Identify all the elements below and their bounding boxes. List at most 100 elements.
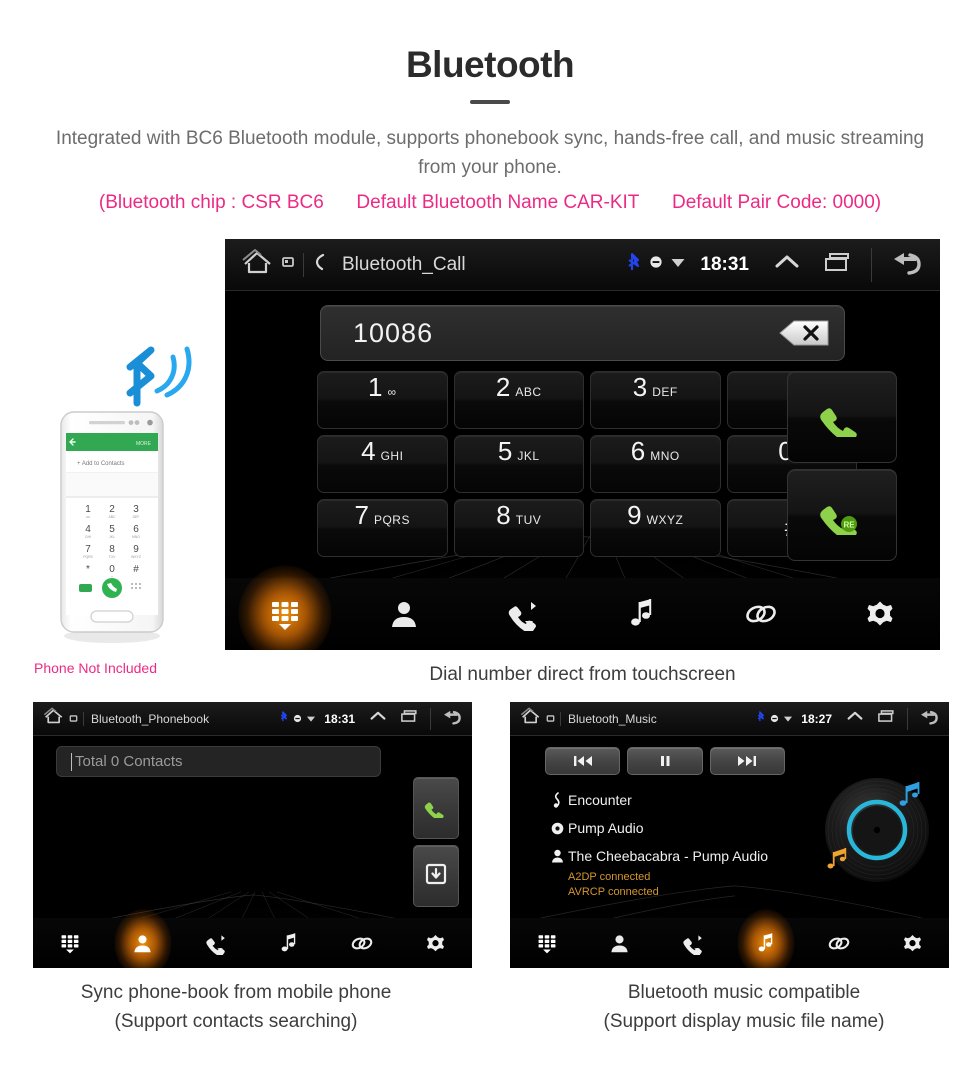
bluetooth-music-screen: Bluetooth_Music 18:27 Encounter Pump Aud… bbox=[510, 702, 949, 968]
screenshot-icon[interactable] bbox=[546, 710, 555, 728]
back-icon[interactable] bbox=[886, 247, 926, 282]
nav-link[interactable] bbox=[803, 918, 876, 968]
avrcp-status: AVRCP connected bbox=[568, 886, 659, 898]
chevron-up-icon[interactable] bbox=[369, 709, 387, 728]
nav-settings[interactable] bbox=[876, 918, 949, 968]
nav-call-log[interactable] bbox=[463, 578, 582, 650]
contacts-icon bbox=[134, 934, 151, 952]
search-caret bbox=[71, 752, 72, 771]
redial-button[interactable]: RE bbox=[787, 469, 897, 561]
status-divider-left bbox=[303, 252, 304, 277]
wifi-icon bbox=[783, 710, 793, 728]
mute-icon bbox=[770, 710, 779, 728]
phonebook-call-button[interactable] bbox=[413, 777, 459, 839]
key-7[interactable]: 7 PQRS bbox=[317, 499, 448, 557]
nav-contacts[interactable] bbox=[344, 578, 463, 650]
next-track-button[interactable] bbox=[709, 747, 785, 775]
nav-music[interactable] bbox=[583, 578, 702, 650]
pause-icon bbox=[660, 756, 670, 766]
music-icon bbox=[758, 932, 773, 951]
key-5[interactable]: 5 JKL bbox=[453, 435, 584, 493]
key-2-letters: ABC bbox=[515, 385, 542, 399]
contacts-search-input[interactable]: Total 0 Contacts bbox=[56, 746, 381, 777]
key-6-letters: MNO bbox=[650, 449, 680, 463]
key-4[interactable]: 4 GHI bbox=[317, 435, 448, 493]
screenshot-icon[interactable] bbox=[69, 710, 78, 728]
status-divider-right bbox=[871, 247, 872, 282]
key-7-letters: PQRS bbox=[373, 513, 410, 527]
nav-settings[interactable] bbox=[821, 578, 940, 650]
pb-status-divider bbox=[83, 711, 84, 726]
svg-text:5: 5 bbox=[109, 524, 115, 535]
key-1-letters: ∞ bbox=[387, 385, 397, 399]
nav-call-log[interactable] bbox=[656, 918, 729, 968]
pause-button[interactable] bbox=[627, 747, 703, 775]
chevron-up-icon[interactable] bbox=[846, 709, 864, 728]
home-icon[interactable] bbox=[43, 707, 65, 730]
recent-apps-icon[interactable] bbox=[823, 251, 853, 278]
previous-track-button[interactable] bbox=[545, 747, 621, 775]
screenshot-icon[interactable] bbox=[281, 255, 295, 274]
dialpad-keys: 1∞ 2ABC 3DEF * 4GHI 5JKL 6MNO 0+ 7PQRS 8… bbox=[317, 371, 857, 561]
call-button[interactable] bbox=[787, 371, 897, 463]
svg-text:MNO: MNO bbox=[132, 535, 140, 539]
phonebook-screen-title: Bluetooth_Phonebook bbox=[91, 711, 210, 726]
key-3[interactable]: 3 DEF bbox=[590, 371, 721, 429]
key-5-digit: 5 bbox=[497, 436, 513, 466]
nav-contacts[interactable] bbox=[583, 918, 656, 968]
call-screen-navbar bbox=[225, 578, 940, 650]
phonebook-navbar bbox=[33, 918, 472, 968]
nav-keypad[interactable] bbox=[225, 578, 344, 650]
album-name: Pump Audio bbox=[568, 820, 644, 836]
backspace-button[interactable] bbox=[778, 318, 830, 348]
bluetooth-icon bbox=[280, 710, 288, 728]
call-icon-status bbox=[312, 253, 328, 276]
nav-link[interactable] bbox=[326, 918, 399, 968]
home-icon[interactable] bbox=[520, 707, 542, 730]
svg-text:PQRS: PQRS bbox=[83, 555, 93, 559]
svg-text:*: * bbox=[86, 564, 90, 575]
key-1[interactable]: 1 ∞ bbox=[317, 371, 448, 429]
nav-call-log[interactable] bbox=[179, 918, 252, 968]
call-log-icon bbox=[683, 934, 702, 955]
call-log-icon bbox=[206, 934, 225, 955]
nav-keypad[interactable] bbox=[510, 918, 583, 968]
svg-text:3: 3 bbox=[133, 504, 139, 515]
wifi-icon bbox=[306, 710, 316, 728]
nav-contacts[interactable] bbox=[106, 918, 179, 968]
album-icon bbox=[546, 822, 568, 835]
redial-icon: RE bbox=[813, 491, 871, 542]
home-icon[interactable] bbox=[241, 248, 275, 281]
artist-row: The Cheebacabra - Pump Audio bbox=[546, 842, 826, 870]
mz-status-divider-2 bbox=[907, 707, 908, 730]
nav-keypad[interactable] bbox=[33, 918, 106, 968]
nav-link[interactable] bbox=[702, 578, 821, 650]
contacts-icon bbox=[611, 934, 628, 952]
recent-apps-icon[interactable] bbox=[877, 709, 896, 728]
back-icon[interactable] bbox=[439, 707, 464, 731]
nav-music[interactable] bbox=[253, 918, 326, 968]
svg-text:0: 0 bbox=[109, 564, 115, 575]
phonebook-download-button[interactable] bbox=[413, 845, 459, 907]
mz-status-left: Bluetooth_Music bbox=[520, 707, 657, 730]
key-6[interactable]: 6 MNO bbox=[590, 435, 721, 493]
key-8[interactable]: 8 TUV bbox=[453, 499, 584, 557]
music-icon bbox=[631, 599, 652, 626]
key-4-digit: 4 bbox=[361, 436, 376, 466]
key-9[interactable]: 9 WXYZ bbox=[590, 499, 721, 557]
album-row: Pump Audio bbox=[546, 814, 826, 842]
key-2-digit: 2 bbox=[495, 372, 511, 402]
nav-music[interactable] bbox=[730, 918, 803, 968]
note-icon bbox=[546, 792, 568, 808]
chevron-up-icon[interactable] bbox=[773, 251, 801, 278]
key-2[interactable]: 2 ABC bbox=[453, 371, 584, 429]
recent-apps-icon[interactable] bbox=[400, 709, 419, 728]
key-7-digit: 7 bbox=[354, 500, 369, 530]
key-8-letters: TUV bbox=[515, 513, 542, 527]
dial-input-field[interactable]: 10086 bbox=[320, 305, 845, 361]
nav-settings[interactable] bbox=[399, 918, 472, 968]
a2dp-status: A2DP connected bbox=[568, 871, 651, 883]
phonebook-status-bar: Bluetooth_Phonebook 18:31 bbox=[33, 702, 472, 736]
keypad-icon bbox=[61, 935, 79, 954]
back-icon[interactable] bbox=[916, 707, 941, 731]
